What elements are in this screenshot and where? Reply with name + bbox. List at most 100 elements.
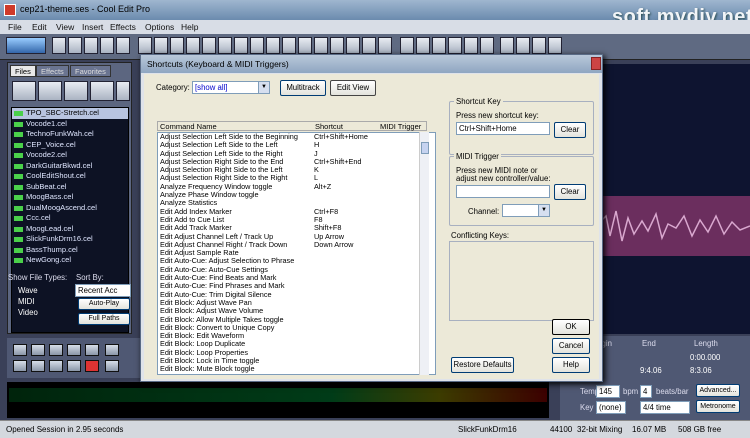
select-tool-icon[interactable]	[282, 37, 296, 54]
play-to-end-icon[interactable]	[67, 344, 81, 356]
new-icon[interactable]	[52, 37, 66, 54]
menu-file[interactable]: File	[8, 22, 22, 32]
play-icon[interactable]	[31, 344, 45, 356]
stop-icon[interactable]	[13, 344, 27, 356]
list-item[interactable]: Vocode1.cel	[12, 119, 128, 130]
list-item[interactable]: SubBeat.cel	[12, 182, 128, 193]
list-item[interactable]: Ccc.cel	[12, 213, 128, 224]
auto-play-button[interactable]: Auto-Play	[78, 298, 130, 310]
mode-toggle-button[interactable]	[6, 37, 46, 54]
view-spec-icon[interactable]	[416, 37, 430, 54]
open-icon[interactable]	[68, 37, 82, 54]
help-icon[interactable]	[548, 37, 562, 54]
tab-effects[interactable]: Effects	[36, 65, 69, 77]
menu-help[interactable]: Help	[181, 22, 198, 32]
tempo-input[interactable]: 145	[596, 385, 620, 398]
midi-clear-button[interactable]: Clear	[554, 184, 586, 200]
channel-select[interactable]: ▼	[502, 204, 550, 217]
close-icon[interactable]	[64, 81, 88, 101]
col-command-name[interactable]: Command Name	[160, 122, 217, 131]
track-props-icon[interactable]	[346, 37, 360, 54]
tab-files[interactable]: Files	[10, 65, 36, 77]
list-item[interactable]: NewGong.cel	[12, 255, 128, 266]
table-row[interactable]: Edit Block: Mute Block toggle	[158, 365, 435, 374]
col-midi-trigger[interactable]: MIDI Trigger	[380, 122, 421, 131]
fx-icon[interactable]	[378, 37, 392, 54]
edit-view-button[interactable]: Edit View	[330, 80, 376, 96]
view-wave-icon[interactable]	[400, 37, 414, 54]
table-scrollbar[interactable]	[419, 132, 429, 375]
midi-input[interactable]	[456, 185, 550, 198]
restore-defaults-button[interactable]: Restore Defaults	[451, 357, 514, 373]
menu-view[interactable]: View	[56, 22, 74, 32]
import-icon[interactable]	[38, 81, 62, 101]
pause-icon[interactable]	[49, 344, 63, 356]
menu-options[interactable]: Options	[145, 22, 174, 32]
delete-icon[interactable]	[250, 37, 264, 54]
rewind-icon[interactable]	[31, 360, 45, 372]
eq-icon[interactable]	[330, 37, 344, 54]
redo-icon[interactable]	[154, 37, 168, 54]
list-item[interactable]: TechnoFunkWah.cel	[12, 129, 128, 140]
col-shortcut[interactable]: Shortcut	[315, 122, 343, 131]
menu-edit[interactable]: Edit	[32, 22, 47, 32]
cd-icon[interactable]	[516, 37, 530, 54]
edit-file-icon[interactable]	[90, 81, 114, 101]
list-item[interactable]: TPO_SBC-Stretch.cel	[12, 108, 128, 119]
tab-favorites[interactable]: Favorites	[70, 65, 111, 77]
list-item[interactable]: CEP_Voice.cel	[12, 140, 128, 151]
open-file-icon[interactable]	[12, 81, 36, 101]
advanced-button[interactable]: Advanced...	[696, 384, 740, 397]
shortcut-clear-button[interactable]: Clear	[554, 122, 586, 138]
view-grid-icon[interactable]	[480, 37, 494, 54]
view-phase-icon[interactable]	[448, 37, 462, 54]
scrollbar-thumb[interactable]	[421, 142, 429, 154]
mixer-icon[interactable]	[314, 37, 328, 54]
full-paths-button[interactable]: Full Paths	[78, 313, 130, 325]
mix-paste-icon[interactable]	[218, 37, 232, 54]
dialog-close-icon[interactable]	[591, 57, 601, 70]
help-button[interactable]: Help	[552, 357, 590, 373]
cut-icon[interactable]	[170, 37, 184, 54]
track-lane[interactable]	[595, 196, 750, 256]
time-signature-select[interactable]: 4/4 time	[640, 401, 690, 414]
beats-input[interactable]: 4	[640, 385, 652, 398]
marker-icon[interactable]	[362, 37, 376, 54]
ok-button[interactable]: OK	[552, 319, 590, 335]
sort-by-select[interactable]: Recent Acc	[75, 284, 131, 297]
shortcuts-table[interactable]: Adjust Selection Left Side to the Beginn…	[157, 132, 436, 375]
move-tool-icon[interactable]	[298, 37, 312, 54]
copy-icon[interactable]	[186, 37, 200, 54]
metronome-button[interactable]: Metronome	[696, 400, 740, 413]
rewind-start-icon[interactable]	[13, 360, 27, 372]
record-button-icon[interactable]	[85, 360, 99, 372]
insert-icon[interactable]	[116, 81, 130, 101]
close-file-icon[interactable]	[116, 37, 130, 54]
settings-icon[interactable]	[532, 37, 546, 54]
list-item[interactable]: DualMoogAscend.cel	[12, 203, 128, 214]
list-item[interactable]: DarkGuitarBkwd.cel	[12, 161, 128, 172]
cancel-button[interactable]: Cancel	[552, 338, 590, 354]
menu-insert[interactable]: Insert	[82, 22, 103, 32]
list-item[interactable]: SlickFunkDrm16.cel	[12, 234, 128, 245]
zoom-out-icon[interactable]	[105, 360, 119, 372]
list-item[interactable]: BassThump.cel	[12, 245, 128, 256]
list-item[interactable]: MoogBass.cel	[12, 192, 128, 203]
key-select[interactable]: (none)	[596, 401, 626, 414]
zoom-icon[interactable]	[105, 344, 119, 356]
type-wave[interactable]: Wave	[18, 286, 38, 295]
list-item[interactable]: MoogLead.cel	[12, 224, 128, 235]
menu-effects[interactable]: Effects	[110, 22, 136, 32]
save-icon[interactable]	[84, 37, 98, 54]
forward-end-icon[interactable]	[67, 360, 81, 372]
category-select[interactable]: [show all] ▼	[192, 81, 270, 94]
shortcut-key-input[interactable]: Ctrl+Shift+Home	[456, 122, 550, 135]
type-midi[interactable]: MIDI	[18, 297, 34, 306]
view-pan-icon[interactable]	[432, 37, 446, 54]
conflicting-keys-list[interactable]	[449, 241, 594, 321]
envelope-icon[interactable]	[266, 37, 280, 54]
trim-icon[interactable]	[234, 37, 248, 54]
record-icon[interactable]	[500, 37, 514, 54]
loop-icon[interactable]	[85, 344, 99, 356]
list-item[interactable]: Vocode2.cel	[12, 150, 128, 161]
